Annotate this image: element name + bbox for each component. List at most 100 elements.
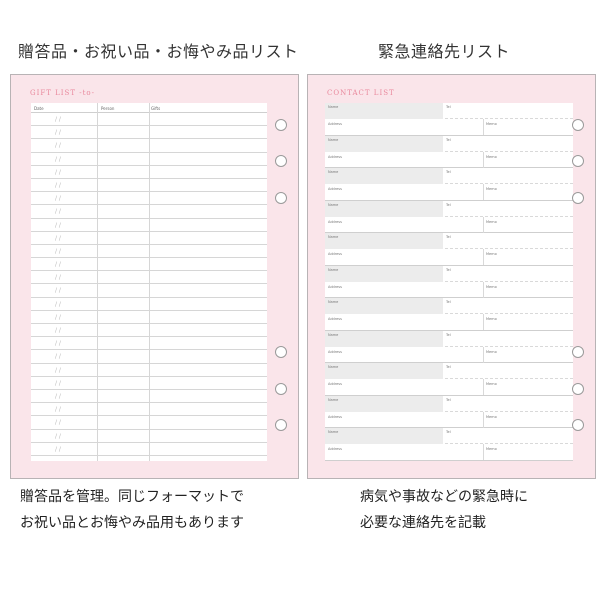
memo-divider (483, 314, 484, 330)
date-slashes: / / (55, 445, 61, 453)
address-label: Address (328, 187, 342, 191)
name-label: Name (328, 267, 339, 272)
contact-entry: Name Tel Address Memo (325, 395, 573, 428)
binder-hole (275, 119, 287, 131)
contact-entry: Name Tel Address Memo (325, 363, 573, 396)
person-column-header: Person (101, 106, 115, 111)
name-label: Name (328, 137, 339, 142)
date-slashes: / / (55, 432, 61, 440)
tel-label: Tel (446, 105, 451, 109)
contact-name-field (325, 168, 443, 184)
contact-name-field (325, 135, 443, 152)
binder-hole (572, 192, 584, 204)
contact-name-field (325, 363, 443, 379)
date-slashes: / / (55, 208, 61, 216)
memo-label: Memo (486, 219, 497, 224)
contact-entry: Name Tel Address Memo (325, 168, 573, 201)
name-label: Name (328, 202, 339, 207)
binder-hole (572, 383, 584, 395)
binder-hole (572, 155, 584, 167)
contact-list-table: Name Tel Address Memo Name Tel Address Memo Name… (325, 103, 573, 461)
memo-label: Memo (486, 252, 497, 256)
memo-divider (483, 184, 484, 200)
address-label: Address (328, 219, 342, 224)
gifts-column-header: Gifts (151, 106, 161, 111)
date-slashes: / / (55, 195, 61, 203)
contact-description-line: 病気や事故などの緊急時に (360, 489, 528, 505)
date-slashes: / / (55, 313, 61, 321)
memo-divider (483, 379, 484, 395)
binder-hole (275, 346, 287, 358)
address-label: Address (328, 154, 342, 159)
contact-list-title: CONTACT LIST (327, 89, 395, 97)
contact-name-field (325, 103, 443, 119)
gift-list-caption: 贈答品・お祝い品・お悔やみ品リスト (18, 42, 299, 61)
date-slashes: / / (55, 300, 61, 308)
memo-divider (483, 346, 484, 363)
date-slashes: / / (55, 406, 61, 414)
contact-name-field (325, 395, 443, 412)
contact-entry: Name Tel Address Memo (325, 428, 573, 461)
tel-label: Tel (446, 267, 451, 272)
binder-hole (275, 383, 287, 395)
memo-label: Memo (486, 154, 497, 159)
contact-entry: Name Tel Address Memo (325, 135, 573, 168)
tel-label: Tel (446, 137, 451, 142)
address-label: Address (328, 414, 342, 419)
address-label: Address (328, 447, 342, 451)
date-slashes: / / (55, 247, 61, 255)
binder-hole (572, 419, 584, 431)
memo-divider (483, 411, 484, 428)
name-label: Name (328, 105, 339, 109)
tel-label: Tel (446, 170, 451, 174)
name-label: Name (328, 397, 339, 402)
memo-divider (483, 249, 484, 265)
memo-label: Memo (486, 349, 497, 354)
address-label: Address (328, 349, 342, 354)
tel-label: Tel (446, 365, 451, 369)
memo-label: Memo (486, 317, 497, 321)
tel-label: Tel (446, 430, 451, 434)
address-label: Address (328, 122, 342, 126)
name-label: Name (328, 332, 339, 337)
contact-entry: Name Tel Address Memo (325, 330, 573, 363)
date-slashes: / / (55, 419, 61, 427)
memo-label: Memo (486, 122, 497, 126)
date-slashes: / / (55, 181, 61, 189)
tel-label: Tel (446, 332, 451, 337)
date-slashes: / / (55, 379, 61, 387)
memo-label: Memo (486, 284, 497, 289)
memo-label: Memo (486, 187, 497, 191)
contact-name-field (325, 265, 443, 282)
binder-hole (572, 346, 584, 358)
contact-entry: Name Tel Address Memo (325, 265, 573, 298)
contact-name-field (325, 298, 443, 314)
gift-list-description: 贈答品を管理。同じフォーマットで お祝い品とお悔やみ品用もあります (20, 484, 244, 536)
date-slashes: / / (55, 221, 61, 229)
name-label: Name (328, 300, 339, 304)
memo-label: Memo (486, 414, 497, 419)
memo-label: Memo (486, 382, 497, 386)
date-slashes: / / (55, 116, 61, 123)
gift-description-line: 贈答品を管理。同じフォーマットで (20, 489, 244, 505)
contact-name-field (325, 428, 443, 444)
date-slashes: / / (55, 327, 61, 334)
gift-list-table: Date Person Gifts / / / / / / / / / / / / / / /… (31, 103, 267, 461)
binder-hole (275, 419, 287, 431)
date-slashes: / / (55, 261, 61, 269)
column-divider (97, 103, 98, 461)
date-slashes: / / (55, 129, 61, 137)
address-label: Address (328, 252, 342, 256)
contact-name-field (325, 200, 443, 217)
date-slashes: / / (55, 340, 61, 348)
date-slashes: / / (55, 168, 61, 176)
name-label: Name (328, 365, 339, 369)
memo-divider (483, 281, 484, 298)
contact-list-sheet: CONTACT LIST Name Tel Address Memo Name Tel Ad… (307, 74, 596, 479)
memo-divider (483, 444, 484, 460)
date-slashes: / / (55, 234, 61, 242)
address-label: Address (328, 317, 342, 321)
date-slashes: / / (55, 353, 61, 361)
gift-description-line: お祝い品とお悔やみ品用もあります (20, 515, 244, 531)
tel-label: Tel (446, 397, 451, 402)
